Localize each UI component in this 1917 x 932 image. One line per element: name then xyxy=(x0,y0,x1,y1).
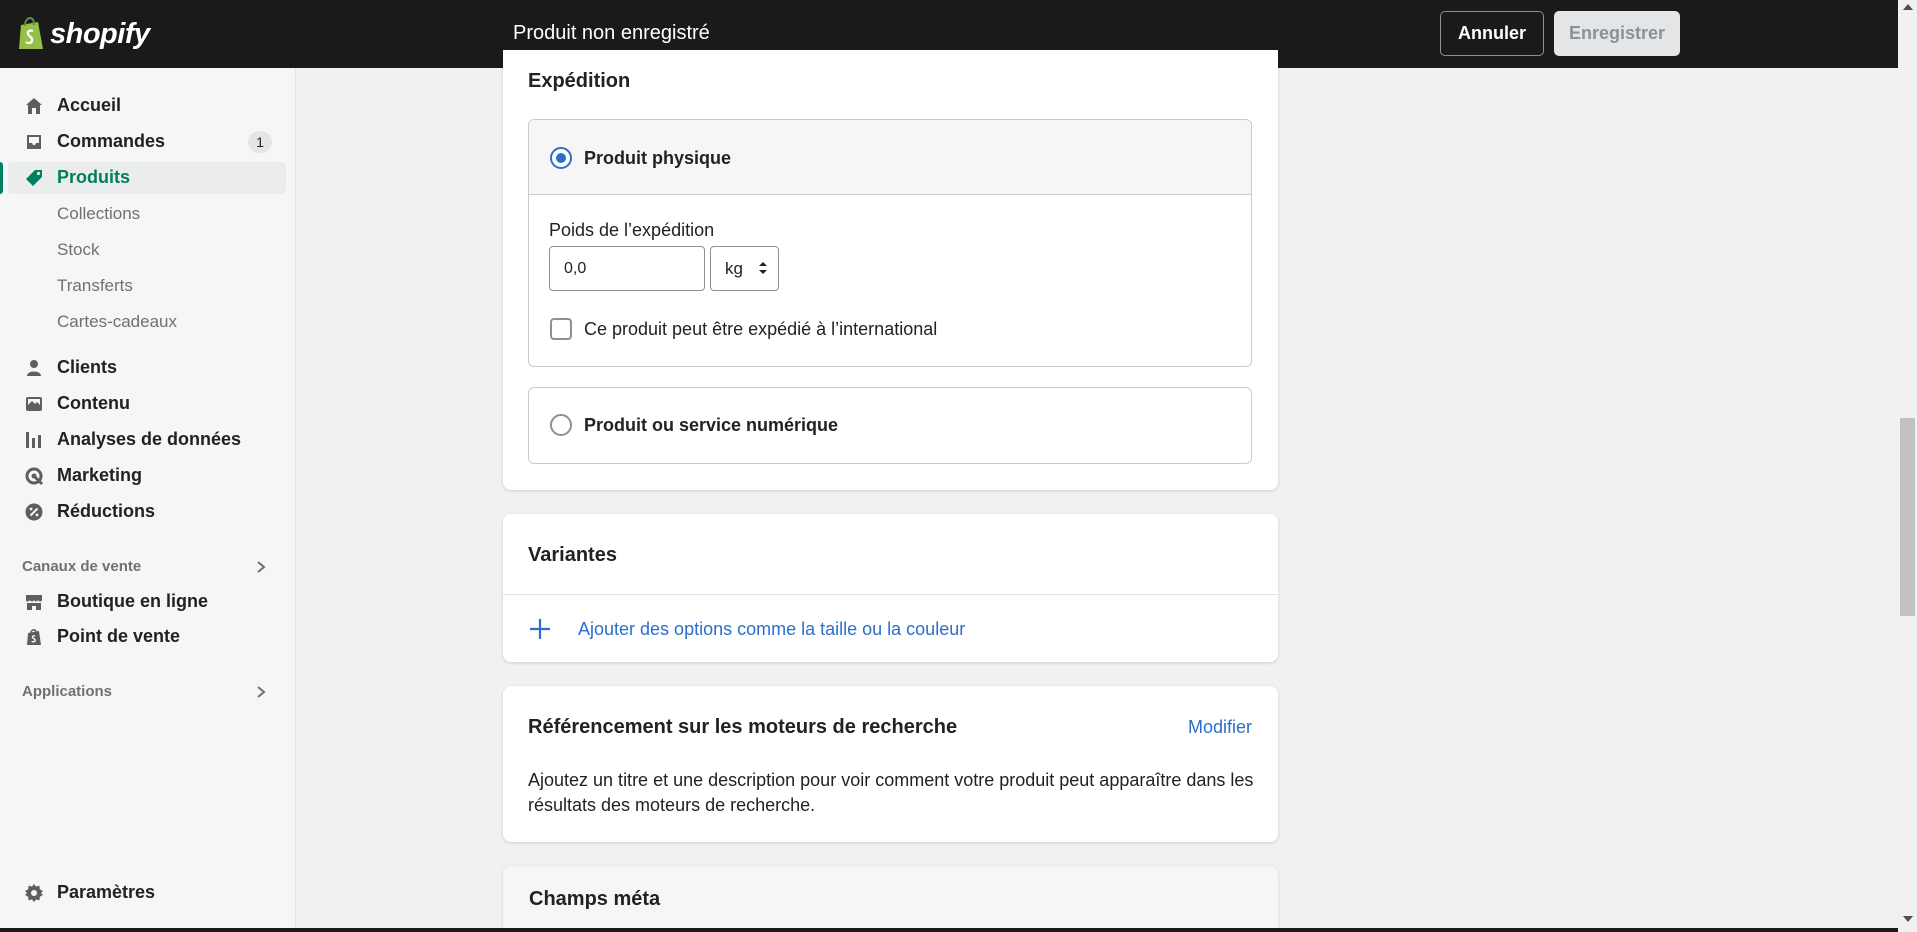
scroll-up-icon[interactable] xyxy=(1903,4,1913,10)
metafields-title: Champs méta xyxy=(529,888,661,910)
sidebar-item-label: Contenu xyxy=(57,393,130,413)
sidebar-item-label: Réductions xyxy=(57,501,156,521)
sidebar-item-label: Marketing xyxy=(57,465,143,485)
shipping-card: Expédition Produit physique Poids de l’e… xyxy=(503,50,1278,490)
weight-unit-value: kg xyxy=(725,258,743,278)
variants-card: Variantes Ajouter des options comme la t… xyxy=(503,514,1278,662)
weight-unit-select[interactable]: kg xyxy=(710,246,779,291)
brand-name: shopify xyxy=(50,17,150,50)
store-icon xyxy=(24,592,44,612)
weight-input[interactable] xyxy=(549,246,705,291)
sidebar-subitem-collections[interactable]: Collections xyxy=(8,198,286,230)
person-icon xyxy=(24,358,44,378)
inbox-icon xyxy=(24,132,44,152)
divider xyxy=(503,594,1278,595)
sidebar-subitem-stock[interactable]: Stock xyxy=(8,234,286,266)
add-options-label: Ajouter des options comme la taille ou l… xyxy=(578,619,966,639)
physical-product-option: Produit physique Poids de l’expédition k… xyxy=(528,119,1252,367)
page-status: Produit non enregistré xyxy=(513,22,710,44)
seo-title: Référencement sur les moteurs de recherc… xyxy=(528,716,958,738)
scrollbar-thumb[interactable] xyxy=(1900,418,1915,616)
sidebar-subitem-label: Cartes-cadeaux xyxy=(57,312,178,331)
sidebar-item-discounts[interactable]: Réductions xyxy=(8,496,286,528)
seo-description-line1: Ajoutez un titre et une description pour… xyxy=(528,770,1254,790)
sidebar-item-online-store[interactable]: Boutique en ligne xyxy=(8,586,286,618)
marketing-icon xyxy=(24,466,44,486)
sidebar-item-label: Point de vente xyxy=(57,626,181,646)
physical-product-radio[interactable] xyxy=(550,147,572,169)
sidebar-item-products[interactable]: Produits xyxy=(0,162,286,194)
discount-icon xyxy=(24,502,44,522)
sidebar: Accueil Commandes 1 Produits Collections… xyxy=(0,68,296,932)
sidebar-subitem-label: Stock xyxy=(57,240,100,259)
select-arrows-icon xyxy=(759,262,767,274)
pos-icon xyxy=(24,627,44,647)
sidebar-subitem-transfers[interactable]: Transferts xyxy=(8,270,286,302)
sidebar-item-point-of-sale[interactable]: Point de vente xyxy=(8,621,286,653)
seo-description-line2: résultats des moteurs de recherche. xyxy=(528,795,816,815)
sidebar-item-label: Accueil xyxy=(57,95,122,115)
home-icon xyxy=(24,96,44,116)
sidebar-subitem-label: Collections xyxy=(57,204,141,223)
sidebar-item-settings[interactable]: Paramètres xyxy=(8,877,286,909)
cancel-button[interactable]: Annuler xyxy=(1440,11,1544,56)
sidebar-item-label: Paramètres xyxy=(57,882,156,902)
metafields-card: Champs méta xyxy=(503,866,1278,932)
applications-heading: Applications xyxy=(22,683,113,700)
window-bottom-edge xyxy=(0,928,1898,932)
shopify-logo[interactable]: shopify xyxy=(16,14,150,54)
content-icon xyxy=(24,394,44,414)
sidebar-item-orders[interactable]: Commandes 1 xyxy=(8,126,286,158)
sidebar-subitem-gift-cards[interactable]: Cartes-cadeaux xyxy=(8,306,286,338)
international-checkbox[interactable] xyxy=(550,318,572,340)
save-button[interactable]: Enregistrer xyxy=(1554,11,1680,56)
seo-card: Référencement sur les moteurs de recherc… xyxy=(503,686,1278,842)
sidebar-item-analytics[interactable]: Analyses de données xyxy=(8,424,286,456)
add-options-button[interactable]: Ajouter des options comme la taille ou l… xyxy=(528,614,1008,644)
weight-label: Poids de l’expédition xyxy=(549,220,715,240)
sidebar-item-customers[interactable]: Clients xyxy=(8,352,286,384)
sidebar-item-label: Analyses de données xyxy=(57,429,242,449)
sidebar-item-label: Produits xyxy=(57,167,131,187)
analytics-icon xyxy=(24,430,44,450)
shopify-bag-icon xyxy=(19,16,43,49)
chevron-right-icon[interactable] xyxy=(254,560,268,574)
variants-title: Variantes xyxy=(528,544,617,566)
digital-product-option[interactable]: Produit ou service numérique xyxy=(528,387,1252,464)
sidebar-subitem-label: Transferts xyxy=(57,276,133,295)
sidebar-item-label: Commandes xyxy=(57,131,166,151)
sidebar-item-content[interactable]: Contenu xyxy=(8,388,286,420)
seo-edit-link[interactable]: Modifier xyxy=(1188,717,1252,738)
digital-product-label: Produit ou service numérique xyxy=(584,415,839,435)
shipping-title: Expédition xyxy=(528,70,631,92)
tag-icon xyxy=(24,168,44,188)
international-label: Ce produit peut être expédié à l’interna… xyxy=(584,319,938,339)
digital-product-radio[interactable] xyxy=(550,414,572,436)
sidebar-item-label: Boutique en ligne xyxy=(57,591,208,611)
orders-count-badge: 1 xyxy=(248,131,272,153)
sidebar-item-label: Clients xyxy=(57,357,118,377)
physical-product-label: Produit physique xyxy=(584,148,732,168)
gear-icon xyxy=(24,883,44,903)
sales-channels-heading: Canaux de vente xyxy=(22,558,142,575)
plus-icon xyxy=(530,619,550,639)
chevron-right-icon[interactable] xyxy=(254,685,268,699)
sidebar-item-marketing[interactable]: Marketing xyxy=(8,460,286,492)
sidebar-item-home[interactable]: Accueil xyxy=(8,90,286,122)
scroll-down-icon[interactable] xyxy=(1903,916,1913,922)
